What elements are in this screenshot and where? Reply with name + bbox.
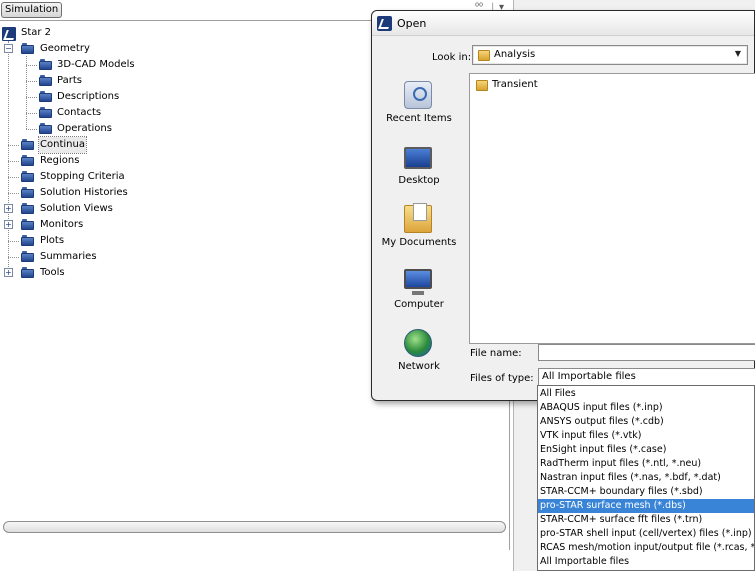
tree-guide-line <box>8 241 19 242</box>
tree-node-tools[interactable]: Tools <box>0 265 200 281</box>
files-of-type-label: Files of type: <box>470 373 534 384</box>
folder-icon <box>476 80 488 91</box>
file-list[interactable]: Transient <box>469 73 755 344</box>
file-type-option[interactable]: STAR-CCM+ surface fft files (*.trn) <box>538 513 754 527</box>
folder-icon <box>21 251 34 262</box>
app-logo-icon <box>377 16 392 31</box>
folder-icon <box>21 155 34 166</box>
tree-guide-line <box>8 161 19 162</box>
look-in-dropdown[interactable]: Analysis ▼ <box>472 45 748 65</box>
tree-node-summaries[interactable]: Summaries <box>0 249 200 265</box>
file-type-option[interactable]: RadTherm input files (*.ntl, *.neu) <box>538 457 754 471</box>
folder-icon <box>39 91 52 102</box>
file-type-option[interactable]: pro-STAR shell input (cell/vertex) files… <box>538 527 754 541</box>
folder-icon <box>21 267 34 278</box>
files-of-type-dropdown[interactable]: All Importable files <box>538 368 755 386</box>
folder-icon <box>21 219 34 230</box>
tree-node-solution-histories[interactable]: Solution Histories <box>0 185 200 201</box>
tree-node-descriptions[interactable]: Descriptions <box>0 89 200 105</box>
file-name-input[interactable] <box>538 344 755 361</box>
file-type-option[interactable]: EnSight input files (*.case) <box>538 443 754 457</box>
tree-guide-line <box>26 65 37 66</box>
tree-guide-line <box>8 177 19 178</box>
folder-icon <box>39 75 52 86</box>
recent-items-icon <box>404 81 432 109</box>
file-type-option[interactable]: ABAQUS input files (*.inp) <box>538 401 754 415</box>
tree-node-monitors[interactable]: Monitors <box>0 217 200 233</box>
file-type-option[interactable]: All Files <box>538 387 754 401</box>
simulation-tab[interactable]: Simulation <box>1 2 63 18</box>
folder-icon <box>21 139 34 150</box>
folder-icon <box>21 203 34 214</box>
file-type-option[interactable]: All Importable files <box>538 555 754 569</box>
tree-node-continua[interactable]: Continua <box>0 136 200 154</box>
tree-node-geometry[interactable]: Geometry <box>0 41 200 57</box>
tree-node-3d-cad-models[interactable]: 3D-CAD Models <box>0 57 200 73</box>
network-icon <box>404 329 432 357</box>
places-bar: Recent Items Desktop My Documents Comput… <box>378 73 460 391</box>
dialog-title: Open <box>397 17 427 30</box>
dialog-titlebar[interactable]: Open <box>372 11 754 36</box>
file-type-option-selected[interactable]: pro-STAR surface mesh (*.dbs) <box>538 499 754 513</box>
place-desktop[interactable]: Desktop <box>378 135 460 195</box>
file-type-option[interactable]: VTK input files (*.vtk) <box>538 429 754 443</box>
desktop-icon <box>404 147 432 169</box>
tree-guide-line <box>26 81 37 82</box>
tree-guide-line <box>8 257 19 258</box>
place-recent-items[interactable]: Recent Items <box>378 73 460 133</box>
place-computer[interactable]: Computer <box>378 259 460 319</box>
folder-icon <box>21 43 34 54</box>
look-in-label: Look in: <box>432 52 472 63</box>
folder-icon <box>39 123 52 134</box>
tree-guide-line <box>26 113 37 114</box>
documents-icon <box>404 203 432 233</box>
tree-guide-line <box>8 145 19 146</box>
tree-node-regions[interactable]: Regions <box>0 153 200 169</box>
tree-node-plots[interactable]: Plots <box>0 233 200 249</box>
folder-icon <box>21 235 34 246</box>
tree-guide-line <box>8 193 19 194</box>
file-type-option[interactable]: Nastran input files (*.nas, *.bdf, *.dat… <box>538 471 754 485</box>
file-name-label: File name: <box>470 348 522 359</box>
tree-node-stopping-criteria[interactable]: Stopping Criteria <box>0 169 200 185</box>
folder-icon <box>21 171 34 182</box>
file-type-option[interactable]: STAR-CCM+ boundary files (*.sbd) <box>538 485 754 499</box>
place-network[interactable]: Network <box>378 321 460 381</box>
horizontal-scrollbar[interactable] <box>3 521 506 533</box>
tree-guide-line <box>26 129 37 130</box>
open-dialog: Open Look in: Analysis ▼ Recent Items De… <box>371 10 755 401</box>
tree-node-solution-views[interactable]: Solution Views <box>0 201 200 217</box>
file-type-option[interactable]: ANSYS output files (*.cdb) <box>538 415 754 429</box>
chevron-down-icon[interactable]: ▼ <box>735 49 741 58</box>
file-type-option[interactable]: RCAS mesh/motion input/output file (*.rc… <box>538 541 754 555</box>
computer-icon <box>404 269 432 295</box>
star-logo-icon <box>2 27 16 41</box>
tree-guide-line <box>26 97 37 98</box>
tree-node-operations[interactable]: Operations <box>0 121 200 137</box>
place-my-documents[interactable]: My Documents <box>378 197 460 257</box>
look-in-value: Analysis <box>494 49 536 60</box>
file-type-dropdown-list[interactable]: All Files ABAQUS input files (*.inp) ANS… <box>537 385 755 571</box>
folder-icon <box>478 50 490 61</box>
tree-node-parts[interactable]: Parts <box>0 73 200 89</box>
tree-node-contacts[interactable]: Contacts <box>0 105 200 121</box>
folder-icon <box>39 107 52 118</box>
folder-icon <box>21 187 34 198</box>
folder-icon <box>39 59 52 70</box>
